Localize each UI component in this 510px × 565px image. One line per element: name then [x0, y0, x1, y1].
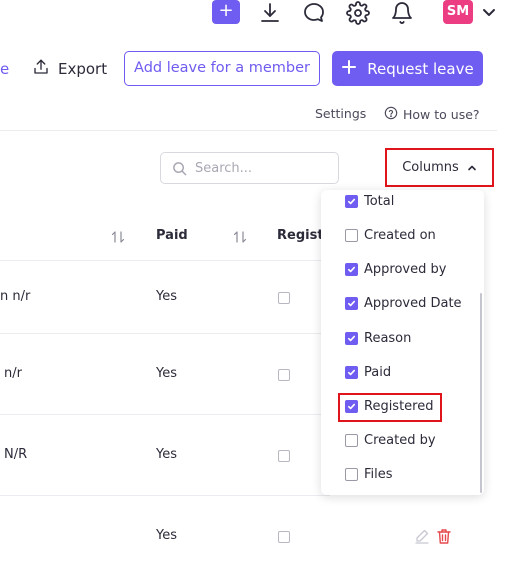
row-name-cell: N/R [4, 447, 28, 462]
checkbox-unchecked[interactable] [345, 229, 358, 242]
column-option-paid[interactable]: Paid [345, 365, 391, 380]
column-option-created-on[interactable]: Created on [345, 228, 436, 243]
row-registered-checkbox[interactable] [278, 292, 290, 304]
sort-icon[interactable] [111, 229, 125, 243]
row-paid-cell: Yes [156, 528, 177, 543]
column-option-approved-by[interactable]: Approved by [345, 262, 446, 277]
checkbox-checked[interactable] [345, 297, 358, 310]
column-option-label: Reason [364, 331, 412, 346]
registered-highlight-box [338, 393, 442, 422]
search-placeholder: Search... [195, 160, 253, 176]
checkbox-checked[interactable] [345, 366, 358, 379]
add-leave-for-member-button[interactable]: Add leave for a member [124, 51, 320, 86]
plus-icon [341, 59, 357, 79]
quick-add-button[interactable]: + [212, 0, 240, 24]
help-icon [384, 106, 398, 123]
columns-button[interactable]: Columns [385, 148, 494, 187]
column-option-label: Approved Date [364, 296, 462, 311]
section-divider [0, 130, 497, 131]
column-option-label: Paid [364, 365, 392, 380]
column-option-label: Created on [364, 228, 436, 243]
row-divider [0, 495, 330, 496]
export-label: Export [58, 60, 108, 78]
how-to-use-label: How to use? [403, 107, 480, 122]
top-bar: + SM [0, 0, 510, 36]
dropdown-scrollbar[interactable] [480, 293, 482, 493]
chevron-down-icon[interactable] [481, 4, 497, 20]
request-leave-label: Request leave [367, 59, 474, 78]
bell-icon[interactable] [390, 1, 414, 25]
column-option-label: Created by [364, 433, 436, 448]
export-button[interactable]: Export [32, 57, 107, 81]
row-divider [0, 260, 330, 261]
checkbox-unchecked[interactable] [345, 468, 358, 481]
columns-label: Columns [402, 160, 459, 175]
row-actions [414, 528, 452, 549]
checkbox-unchecked[interactable] [345, 434, 358, 447]
row-divider [0, 414, 330, 415]
download-icon[interactable] [258, 1, 282, 25]
checkbox-checked[interactable] [345, 195, 358, 208]
columns-dropdown: Total Created on Approved by Approved Da… [321, 190, 484, 495]
column-option-label: Total [364, 194, 395, 209]
row-paid-cell: Yes [156, 366, 177, 381]
column-option-total[interactable]: Total [345, 194, 394, 209]
column-option-approved-date[interactable]: Approved Date [345, 296, 462, 311]
sort-icon[interactable] [233, 229, 247, 243]
row-registered-checkbox[interactable] [278, 450, 290, 462]
row-paid-cell: Yes [156, 289, 177, 304]
gear-icon[interactable] [346, 1, 370, 25]
user-avatar[interactable]: SM [443, 0, 473, 24]
truncated-link[interactable]: e [0, 60, 9, 78]
request-leave-button[interactable]: Request leave [332, 51, 483, 86]
settings-link[interactable]: Settings [315, 106, 366, 121]
checkbox-checked[interactable] [345, 332, 358, 345]
column-option-created-by[interactable]: Created by [345, 433, 436, 448]
upload-icon [32, 58, 50, 80]
chevron-up-icon [467, 163, 477, 173]
row-registered-checkbox[interactable] [278, 531, 290, 543]
row-name-cell: n n/r [0, 289, 31, 304]
chat-icon[interactable] [302, 1, 326, 25]
row-name-cell: n/r [4, 366, 22, 381]
column-option-files[interactable]: Files [345, 467, 393, 482]
column-header-paid[interactable]: Paid [156, 228, 188, 243]
delete-icon[interactable] [436, 528, 452, 549]
column-option-label: Approved by [364, 262, 447, 277]
column-option-label: Files [364, 467, 393, 482]
row-registered-checkbox[interactable] [278, 369, 290, 381]
row-divider [0, 333, 330, 334]
column-option-reason[interactable]: Reason [345, 331, 411, 346]
checkbox-checked[interactable] [345, 263, 358, 276]
row-paid-cell: Yes [156, 447, 177, 462]
edit-icon[interactable] [414, 528, 430, 549]
search-icon [172, 161, 187, 176]
how-to-use-link[interactable]: How to use? [384, 106, 480, 123]
search-input[interactable]: Search... [160, 152, 339, 184]
